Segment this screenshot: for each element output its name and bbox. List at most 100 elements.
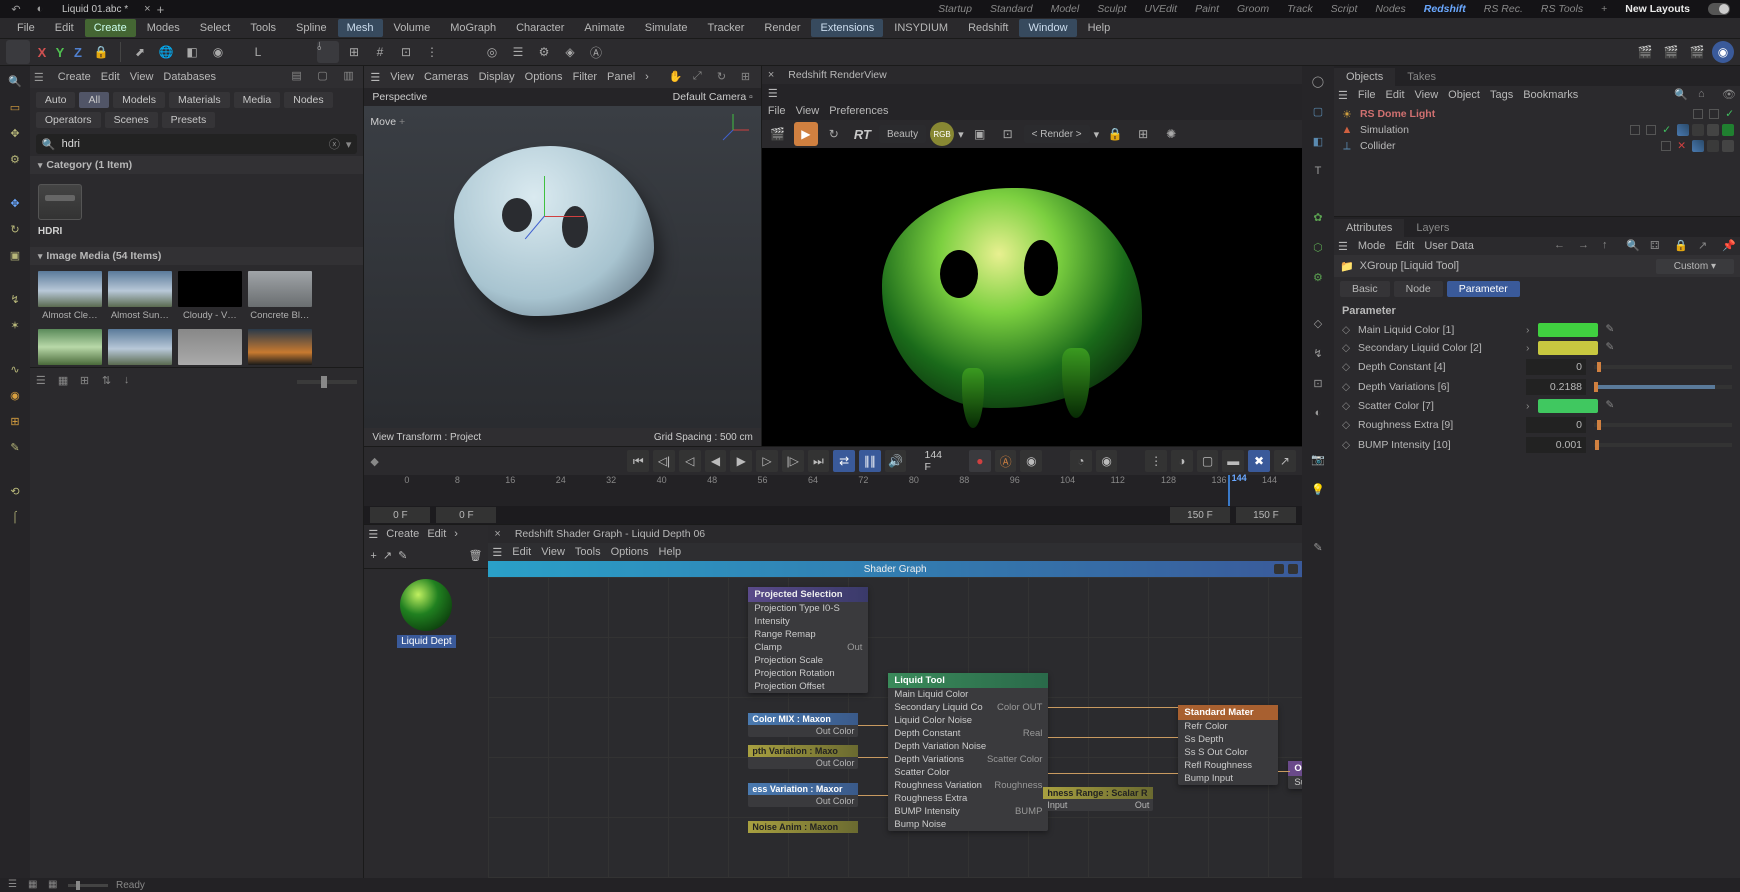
obj-menu-icon[interactable]: ☰: [1338, 89, 1348, 102]
rv-rgb-icon[interactable]: RGB: [930, 122, 954, 146]
color-swatch[interactable]: [1538, 341, 1598, 355]
keyframe-diamond-icon[interactable]: ◇: [1342, 342, 1350, 354]
view-grid2-icon[interactable]: ⊞: [80, 374, 96, 390]
add-layout-icon[interactable]: +: [1601, 3, 1607, 15]
tl-end-field[interactable]: 150 F: [1170, 507, 1230, 523]
rd-icon-edit[interactable]: ✎: [1307, 536, 1329, 558]
menu-tracker[interactable]: Tracker: [699, 19, 754, 37]
snap-4-icon[interactable]: ⋮: [421, 41, 443, 63]
filter-materials[interactable]: Materials: [169, 92, 230, 108]
tl-start-field[interactable]: 0 F: [370, 507, 430, 523]
viewport-canvas[interactable]: Move +: [364, 106, 760, 428]
attr-pill-node[interactable]: Node: [1394, 281, 1443, 297]
ng-menu-edit[interactable]: Edit: [512, 546, 531, 558]
node-standard-material[interactable]: Standard Mater Refr Color Ss Depth Ss S …: [1178, 705, 1278, 785]
vp-menu-panel[interactable]: Panel: [607, 71, 635, 83]
cube-icon[interactable]: ◧: [181, 41, 203, 63]
object-row[interactable]: ⟂ Collider ✕: [1334, 138, 1740, 154]
thumb-item[interactable]: Cloudy - V…: [178, 271, 242, 321]
node-liquid-tool[interactable]: Liquid Tool Main Liquid ColorSecondary L…: [888, 673, 1048, 831]
menu-insydium[interactable]: INSYDIUM: [885, 19, 957, 37]
vp-nav-4-icon[interactable]: ⊞: [741, 70, 755, 84]
filter-operators[interactable]: Operators: [36, 112, 101, 128]
globe-icon[interactable]: 🌐: [155, 41, 177, 63]
objects-tab[interactable]: Objects: [1334, 68, 1395, 86]
undo-button[interactable]: [6, 40, 30, 64]
rec-1-icon[interactable]: 🎬: [1634, 41, 1656, 63]
obj-menu-edit[interactable]: Edit: [1386, 89, 1405, 101]
browser-menu-edit[interactable]: Edit: [101, 71, 120, 83]
tool-d-icon[interactable]: ◈: [559, 41, 581, 63]
attr-filter-icon[interactable]: ⚃: [1650, 239, 1664, 253]
layout-track[interactable]: Track: [1287, 3, 1312, 15]
obj-menu-view[interactable]: View: [1415, 89, 1439, 101]
layout-toggle[interactable]: [1708, 3, 1730, 15]
node-range[interactable]: hness Range : Scalar R InputOut: [1043, 787, 1153, 811]
obj-home-icon[interactable]: ⌂: [1698, 88, 1712, 102]
document-tab[interactable]: Liquid 01.abc *: [52, 2, 138, 17]
gear-tool-icon[interactable]: ⚙: [6, 150, 24, 168]
extra-d-icon[interactable]: ◉: [6, 386, 24, 404]
view-grid-icon[interactable]: ▦: [58, 374, 74, 390]
sb-i3-icon[interactable]: ▦: [48, 879, 60, 891]
rv-lock-icon[interactable]: 🔒: [1103, 122, 1127, 146]
filter-all[interactable]: All: [79, 92, 109, 108]
tl-end2-field[interactable]: 150 F: [1236, 507, 1296, 523]
object-row[interactable]: ☀ RS Dome Light ✓: [1334, 106, 1740, 122]
node-port[interactable]: Liquid Color Noise: [888, 714, 1048, 727]
node-output[interactable]: Output Surface: [1288, 761, 1302, 789]
new-tab-icon[interactable]: +: [157, 2, 165, 17]
filter-auto[interactable]: Auto: [36, 92, 76, 108]
axis-x[interactable]: X: [34, 45, 50, 60]
ng-left-edit[interactable]: Edit: [427, 528, 446, 540]
new-layouts-button[interactable]: New Layouts: [1625, 3, 1690, 15]
rv-aov-dropdown[interactable]: Beauty: [879, 125, 926, 143]
rv-sparkle-icon[interactable]: ✺: [1159, 122, 1183, 146]
tl-graph-icon[interactable]: ↗: [1274, 450, 1296, 472]
menu-mesh[interactable]: Mesh: [338, 19, 383, 37]
cursor-icon[interactable]: ⬈: [129, 41, 151, 63]
vp-menu-filter[interactable]: Filter: [573, 71, 597, 83]
node-port[interactable]: Bump Noise: [888, 818, 1048, 831]
attr-back-icon[interactable]: ←: [1554, 239, 1568, 253]
edit-icon[interactable]: ✎: [1606, 323, 1620, 337]
layout-redshift[interactable]: Redshift: [1424, 3, 1466, 15]
edit-icon[interactable]: ✎: [1606, 399, 1620, 413]
tl-playrev-icon[interactable]: ◀: [705, 450, 727, 472]
layout-uvedit[interactable]: UVEdit: [1144, 3, 1177, 15]
tl-prevframe-icon[interactable]: ◁: [679, 450, 701, 472]
node-colormix[interactable]: Color MIX : Maxon Out Color: [748, 713, 858, 737]
render-tab-title[interactable]: Redshift RenderView: [780, 67, 894, 83]
layout-script[interactable]: Script: [1331, 3, 1358, 15]
keyframe-diamond-icon[interactable]: ◇: [1342, 361, 1350, 373]
view-list-icon[interactable]: ☰: [36, 374, 52, 390]
node-projection[interactable]: Projected Selection Projection Type I0-S…: [748, 587, 868, 693]
ng-left-more[interactable]: ›: [454, 528, 458, 540]
vp-menu-display[interactable]: Display: [479, 71, 515, 83]
layout-nodes[interactable]: Nodes: [1375, 3, 1405, 15]
param-slider[interactable]: [1594, 423, 1732, 427]
tool-a-icon[interactable]: ◎: [481, 41, 503, 63]
filter-nodes[interactable]: Nodes: [284, 92, 332, 108]
param-slider[interactable]: [1594, 365, 1732, 369]
attr-menu-edit[interactable]: Edit: [1395, 240, 1414, 252]
rec-2-icon[interactable]: 🎬: [1660, 41, 1682, 63]
tool-b-icon[interactable]: ☰: [507, 41, 529, 63]
vp-menu-view[interactable]: View: [390, 71, 414, 83]
attr-pill-parameter[interactable]: Parameter: [1447, 281, 1520, 297]
layers-tab[interactable]: Layers: [1404, 219, 1461, 237]
node-port[interactable]: BUMP IntensityBUMP: [888, 805, 1048, 818]
tool-e-icon[interactable]: Ⓐ: [585, 41, 607, 63]
node-noiseanim[interactable]: Noise Anim : Maxon: [748, 821, 858, 833]
attr-custom-dropdown[interactable]: Custom ▾: [1656, 259, 1734, 274]
layout-3-icon[interactable]: ▥: [343, 69, 359, 85]
tool-c-icon[interactable]: ⚙: [533, 41, 555, 63]
vp-nav-2-icon[interactable]: ⤢: [693, 70, 707, 84]
playhead[interactable]: 144: [1228, 475, 1230, 506]
render-tab-close-icon[interactable]: ×: [762, 69, 780, 81]
node-port[interactable]: Main Liquid Color: [888, 688, 1048, 701]
filter-models[interactable]: Models: [113, 92, 165, 108]
rd-icon-cam[interactable]: 📷: [1307, 448, 1329, 470]
snap-1-icon[interactable]: ⊞: [343, 41, 365, 63]
layout-paint[interactable]: Paint: [1195, 3, 1219, 15]
